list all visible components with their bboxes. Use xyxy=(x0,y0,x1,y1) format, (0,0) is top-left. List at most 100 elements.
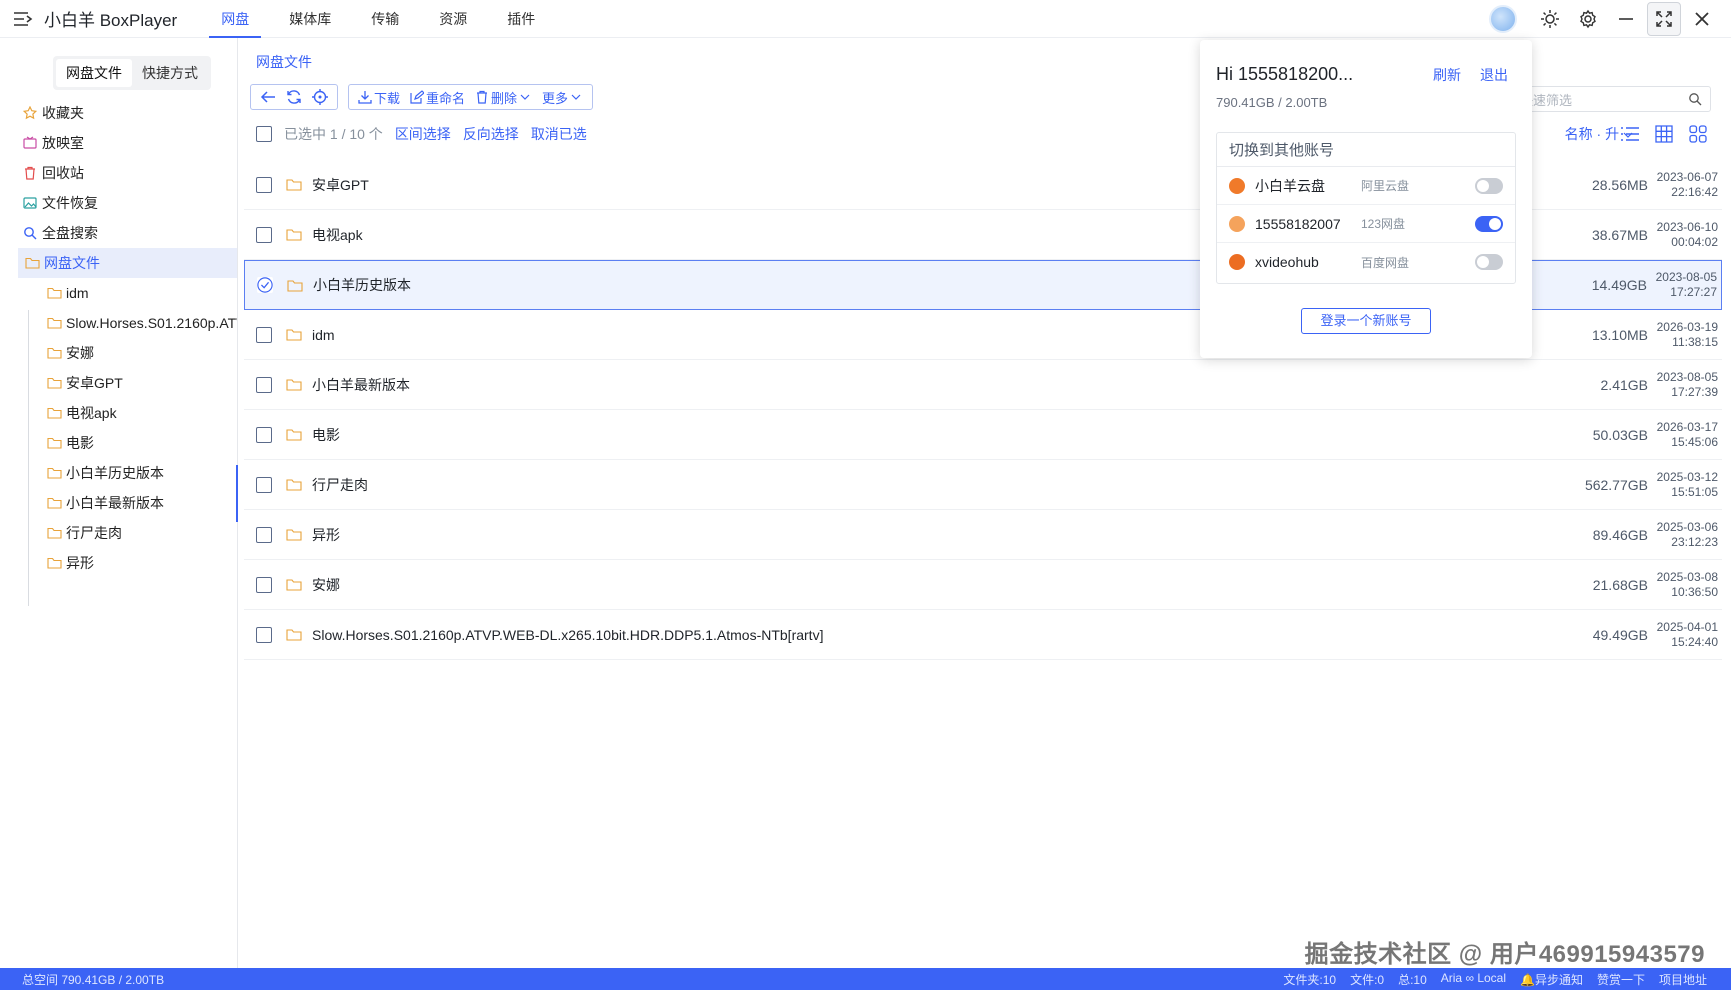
file-date-time: 15:51:05 xyxy=(1671,484,1718,499)
theme-sun-icon[interactable] xyxy=(1533,2,1567,36)
tab-resources[interactable]: 资源 xyxy=(425,0,481,38)
tree-folder[interactable]: 小白羊最新版本 xyxy=(0,488,237,518)
tree-folder-label: idm xyxy=(66,285,89,301)
file-name[interactable]: 行尸走肉 xyxy=(312,475,368,495)
file-name[interactable]: 电视apk xyxy=(312,225,363,245)
settings-gear-icon[interactable] xyxy=(1571,2,1605,36)
sidebar-tab-shortcuts[interactable]: 快捷方式 xyxy=(132,59,208,87)
range-select-link[interactable]: 区间选择 xyxy=(395,124,451,144)
menu-icon[interactable] xyxy=(12,8,34,30)
file-name[interactable]: 电影 xyxy=(312,425,340,445)
row-checkbox[interactable] xyxy=(256,526,272,543)
file-name[interactable]: 小白羊最新版本 xyxy=(312,375,410,395)
refresh-icon[interactable] xyxy=(281,85,307,109)
account-name: 小白羊云盘 xyxy=(1255,177,1325,194)
sidebar-item-recycle-bin[interactable]: 回收站 xyxy=(0,158,237,188)
donate-link[interactable]: 赞赏一下 xyxy=(1597,971,1645,988)
row-checkbox[interactable] xyxy=(256,326,272,343)
refresh-link[interactable]: 刷新 xyxy=(1433,65,1461,85)
rename-button[interactable]: 重命名 xyxy=(405,85,470,109)
tree-folder-label: 安卓GPT xyxy=(66,375,123,391)
row-checkbox[interactable] xyxy=(256,576,272,593)
file-row[interactable]: Slow.Horses.S01.2160p.ATVP.WEB-DL.x265.1… xyxy=(244,610,1722,660)
tree-folder[interactable]: 安娜 xyxy=(0,338,237,368)
quick-filter-input[interactable]: 快速筛选 xyxy=(1511,86,1711,112)
close-icon[interactable] xyxy=(1685,2,1719,36)
file-name[interactable]: 安卓GPT xyxy=(312,175,369,195)
delete-button[interactable]: 删除 xyxy=(470,85,537,109)
tab-media[interactable]: 媒体库 xyxy=(275,0,345,38)
tree-folder[interactable]: 行尸走肉 xyxy=(0,518,237,548)
user-avatar[interactable] xyxy=(1489,5,1517,33)
account-toggle[interactable] xyxy=(1475,254,1503,270)
file-size: 2.41GB xyxy=(1600,376,1648,393)
large-grid-view-icon[interactable] xyxy=(1685,122,1711,146)
sidebar-item-screening-room[interactable]: 放映室 xyxy=(0,128,237,158)
sidebar-item-netdisk-root[interactable]: 网盘文件 xyxy=(18,248,237,278)
file-name[interactable]: 小白羊历史版本 xyxy=(313,275,411,295)
tree-folder[interactable]: idm xyxy=(0,278,237,308)
folder-icon xyxy=(46,435,62,451)
list-view-icon[interactable] xyxy=(1617,122,1643,146)
aria-status[interactable]: Aria ∞ Local xyxy=(1441,971,1506,988)
account-switch-box: 切换到其他账号 小白羊云盘 阿里云盘 15558182007 123网盘 xvideoh… xyxy=(1216,132,1516,284)
sidebar-item-favorites[interactable]: 收藏夹 xyxy=(0,98,237,128)
invert-select-link[interactable]: 反向选择 xyxy=(463,124,519,144)
file-row[interactable]: 行尸走肉 562.77GB 2025-03-12 15:51:05 xyxy=(244,460,1722,510)
tree-folder[interactable]: 异形 xyxy=(0,548,237,578)
file-row[interactable]: 安娜 21.68GB 2025-03-08 10:36:50 xyxy=(244,560,1722,610)
sidebar-tab-files[interactable]: 网盘文件 xyxy=(56,59,132,87)
row-checked-icon[interactable] xyxy=(257,277,273,293)
file-date-day: 2025-03-12 xyxy=(1656,469,1718,484)
account-row[interactable]: 小白羊云盘 阿里云盘 xyxy=(1217,167,1515,205)
row-checkbox[interactable] xyxy=(256,376,272,393)
select-all-checkbox[interactable] xyxy=(256,126,272,142)
fullscreen-icon[interactable] xyxy=(1647,2,1681,36)
watermark: 掘金技术社区 @ 用户469915943579 xyxy=(1304,941,1705,968)
file-name[interactable]: idm xyxy=(312,327,335,343)
file-row[interactable]: 小白羊最新版本 2.41GB 2023-08-05 17:27:39 xyxy=(244,360,1722,410)
tree-folder[interactable]: 电影 xyxy=(0,428,237,458)
tree-folder-label: 安娜 xyxy=(66,345,94,361)
tree-folder[interactable]: 小白羊历史版本 xyxy=(0,458,237,488)
folder-icon xyxy=(286,428,304,442)
account-toggle[interactable] xyxy=(1475,215,1503,232)
sidebar-item-file-recovery[interactable]: 文件恢复 xyxy=(0,188,237,218)
row-checkbox[interactable] xyxy=(256,176,272,193)
row-checkbox[interactable] xyxy=(256,226,272,243)
sidebar-item-label: 全盘搜索 xyxy=(42,225,98,241)
rename-label: 重命名 xyxy=(426,90,466,106)
minimize-icon[interactable] xyxy=(1609,2,1643,36)
file-row[interactable]: 电影 50.03GB 2026-03-17 15:45:06 xyxy=(244,410,1722,460)
tree-folder[interactable]: 安卓GPT xyxy=(0,368,237,398)
grid-view-icon[interactable] xyxy=(1651,122,1677,146)
account-toggle[interactable] xyxy=(1475,177,1503,194)
tree-folder[interactable]: 电视apk xyxy=(0,398,237,428)
tab-netdisk[interactable]: 网盘 xyxy=(207,0,263,38)
back-arrow-icon[interactable] xyxy=(255,85,281,109)
file-name[interactable]: 异形 xyxy=(312,525,340,545)
download-button[interactable]: 下载 xyxy=(353,85,405,109)
more-button[interactable]: 更多 xyxy=(537,85,588,109)
login-new-account-button[interactable]: 登录一个新账号 xyxy=(1301,308,1431,334)
async-notify[interactable]: 🔔异步通知 xyxy=(1520,971,1583,988)
logout-link[interactable]: 退出 xyxy=(1480,65,1508,85)
file-date-time: 15:24:40 xyxy=(1671,634,1718,649)
breadcrumb[interactable]: 网盘文件 xyxy=(256,52,312,72)
account-row[interactable]: xvideohub 百度网盘 xyxy=(1217,243,1515,281)
folder-icon xyxy=(46,285,62,301)
row-checkbox[interactable] xyxy=(256,626,272,643)
project-link[interactable]: 项目地址 xyxy=(1659,971,1707,988)
locate-icon[interactable] xyxy=(307,85,333,109)
tab-transfer[interactable]: 传输 xyxy=(357,0,413,38)
account-row[interactable]: 15558182007 123网盘 xyxy=(1217,205,1515,243)
file-name[interactable]: Slow.Horses.S01.2160p.ATVP.WEB-DL.x265.1… xyxy=(312,627,823,643)
file-row[interactable]: 异形 89.46GB 2025-03-06 23:12:23 xyxy=(244,510,1722,560)
file-name[interactable]: 安娜 xyxy=(312,575,340,595)
tree-folder[interactable]: Slow.Horses.S01.2160p.ATVP.WEB-DL.x265.1… xyxy=(0,308,237,338)
sidebar-item-global-search[interactable]: 全盘搜索 xyxy=(0,218,237,248)
row-checkbox[interactable] xyxy=(256,426,272,443)
tab-plugins[interactable]: 插件 xyxy=(493,0,549,38)
cancel-select-link[interactable]: 取消已选 xyxy=(531,124,587,144)
row-checkbox[interactable] xyxy=(256,476,272,493)
